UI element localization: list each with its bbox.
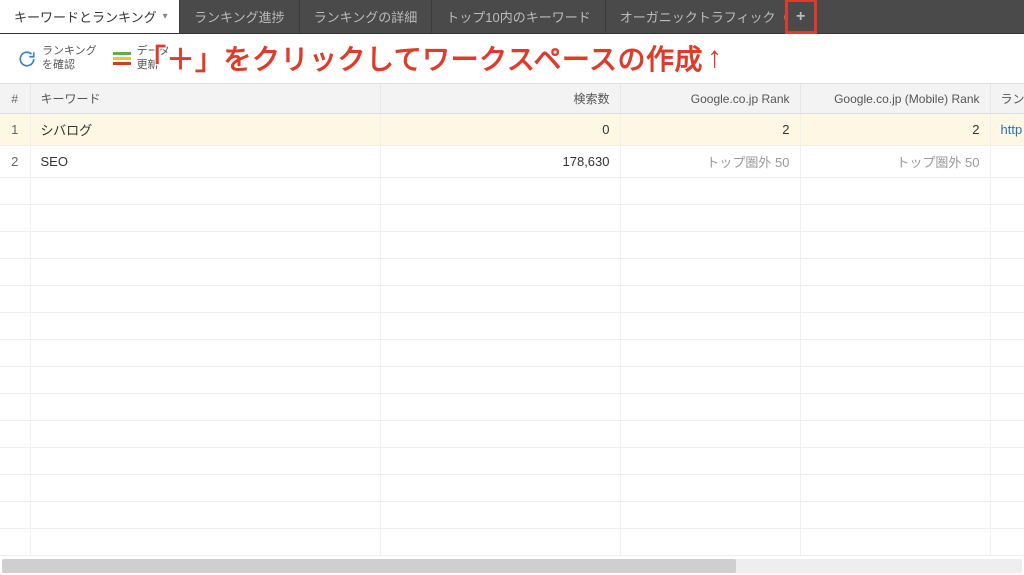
tab-label: キーワードとランキング	[14, 7, 157, 26]
cell-keyword: SEO	[30, 146, 380, 178]
table-row-empty	[0, 286, 1024, 313]
tab-label: ランキングの詳細	[314, 7, 418, 26]
table-row-empty	[0, 259, 1024, 286]
data-table-wrap: # キーワード 検索数 Google.co.jp Rank Google.co.…	[0, 84, 1024, 556]
chevron-down-icon: ▾	[163, 11, 168, 22]
tab-label: オーガニックトラフィック（Google A...	[620, 7, 786, 26]
cell-index: 2	[0, 146, 30, 178]
cell-rank-desktop: トップ圏外 50	[620, 146, 800, 178]
plus-icon: +	[796, 8, 805, 26]
cell-keyword: シバログ	[30, 114, 380, 146]
tab-keywords-ranking[interactable]: キーワードとランキング ▾	[0, 0, 180, 33]
table-row-empty	[0, 394, 1024, 421]
tab-label: トップ10内のキーワード	[446, 7, 590, 26]
tab-label: ランキング進捗	[194, 7, 285, 26]
table-row-empty	[0, 448, 1024, 475]
cell-rank-mobile: トップ圏外 50	[800, 146, 990, 178]
refresh-icon	[18, 50, 36, 68]
table-row-empty	[0, 340, 1024, 367]
toolbar: ランキング を確認 データ 更新	[0, 34, 1024, 84]
table-row-empty	[0, 178, 1024, 205]
cell-index: 1	[0, 114, 30, 146]
tab-ranking-progress[interactable]: ランキング進捗	[180, 0, 300, 33]
horizontal-scrollbar[interactable]	[2, 559, 1022, 573]
table-header-row: # キーワード 検索数 Google.co.jp Rank Google.co.…	[0, 84, 1024, 114]
cell-rank-desktop: 2	[620, 114, 800, 146]
check-ranking-label: ランキング を確認	[42, 45, 97, 71]
list-icon	[113, 52, 131, 65]
cell-rank-mobile: 2	[800, 114, 990, 146]
add-tab-button[interactable]: +	[786, 0, 816, 33]
table-row-empty	[0, 502, 1024, 529]
col-landing[interactable]: ラン	[990, 84, 1024, 114]
data-update-button[interactable]: データ 更新	[113, 45, 170, 71]
col-index[interactable]: #	[0, 84, 30, 114]
tab-ranking-details[interactable]: ランキングの詳細	[300, 0, 433, 33]
cell-search-volume: 0	[380, 114, 620, 146]
table-row-empty	[0, 421, 1024, 448]
col-search-volume[interactable]: 検索数	[380, 84, 620, 114]
cell-landing	[990, 146, 1024, 178]
tabs-bar: キーワードとランキング ▾ ランキング進捗 ランキングの詳細 トップ10内のキー…	[0, 0, 1024, 34]
tab-top10-keywords[interactable]: トップ10内のキーワード	[432, 0, 605, 33]
col-rank-desktop[interactable]: Google.co.jp Rank	[620, 84, 800, 114]
tab-organic-traffic[interactable]: オーガニックトラフィック（Google A...	[606, 0, 786, 33]
table-row-empty	[0, 475, 1024, 502]
table-row-empty	[0, 367, 1024, 394]
data-update-label: データ 更新	[137, 45, 170, 71]
cell-search-volume: 178,630	[380, 146, 620, 178]
table-row-empty	[0, 313, 1024, 340]
ranking-table: # キーワード 検索数 Google.co.jp Rank Google.co.…	[0, 84, 1024, 556]
col-keyword[interactable]: キーワード	[30, 84, 380, 114]
check-ranking-button[interactable]: ランキング を確認	[18, 45, 97, 71]
cell-landing-link[interactable]: http	[990, 114, 1024, 146]
table-body: 1 シバログ 0 2 2 http 2 SEO 178,630 トップ圏外 50…	[0, 114, 1024, 556]
table-row[interactable]: 2 SEO 178,630 トップ圏外 50 トップ圏外 50	[0, 146, 1024, 178]
scrollbar-thumb[interactable]	[2, 559, 736, 573]
table-row-empty	[0, 205, 1024, 232]
col-rank-mobile[interactable]: Google.co.jp (Mobile) Rank	[800, 84, 990, 114]
table-row[interactable]: 1 シバログ 0 2 2 http	[0, 114, 1024, 146]
table-row-empty	[0, 529, 1024, 556]
table-row-empty	[0, 232, 1024, 259]
